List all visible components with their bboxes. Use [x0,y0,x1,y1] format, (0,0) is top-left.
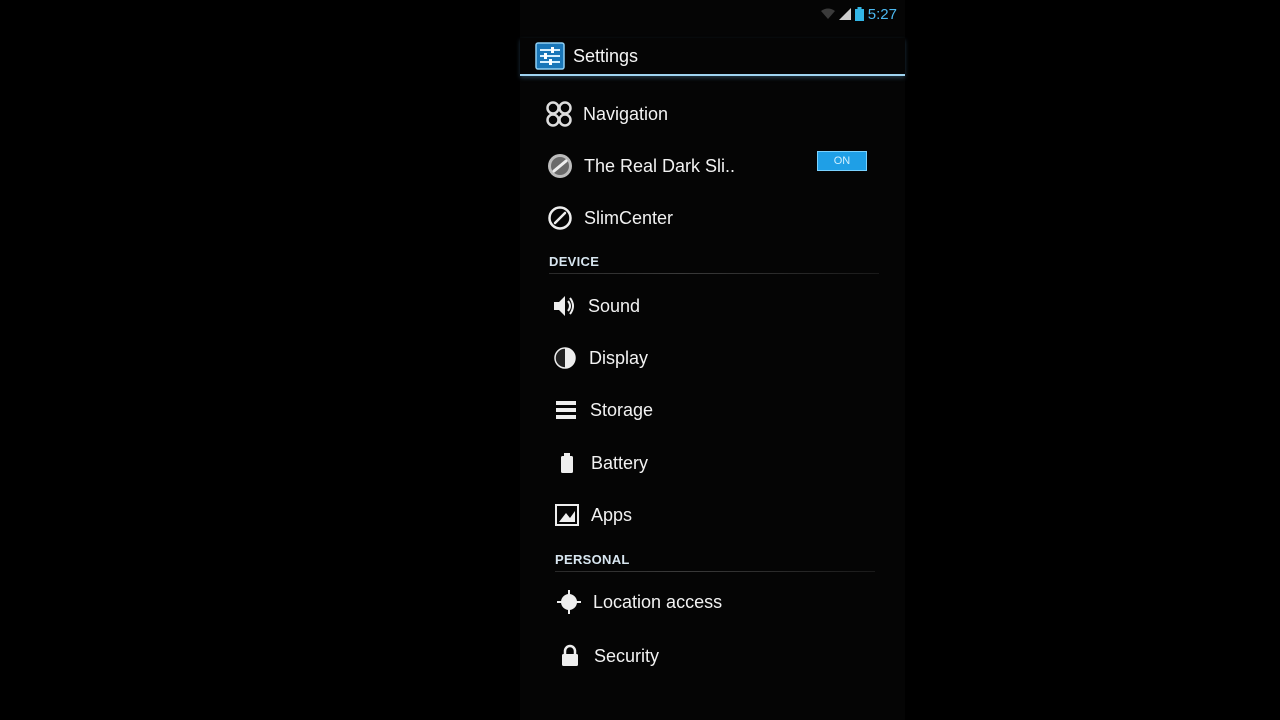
location-icon [555,588,583,616]
settings-item-apps[interactable]: Apps [553,495,632,535]
settings-item-location-access[interactable]: Location access [555,582,722,622]
settings-item-real-dark-slim[interactable]: The Real Dark Sli.. [546,146,735,186]
battery-icon [553,449,581,477]
wifi-icon [820,8,835,20]
apps-icon [553,501,581,529]
display-icon [551,344,579,372]
settings-item-storage[interactable]: Storage [552,390,653,430]
settings-item-label: Security [594,645,660,666]
settings-item-battery[interactable]: Battery [553,443,648,483]
battery-status-icon [854,7,864,21]
lock-icon [556,642,584,670]
section-divider [549,273,879,274]
settings-item-label: Storage [590,399,654,420]
navigation-icon [545,100,573,128]
settings-item-label: Navigation [583,103,669,124]
speaker-icon [550,292,578,320]
status-bar: 5:27 [820,4,897,24]
settings-item-label: SlimCenter [584,207,674,228]
settings-item-slimcenter[interactable]: SlimCenter [546,198,673,238]
settings-item-label: Location access [593,591,723,612]
settings-item-label: Battery [591,452,649,473]
slimcenter-icon [546,204,574,232]
settings-screen: 5:27 Settings Navigation The Real Dark S… [520,0,905,720]
settings-app-icon[interactable] [535,41,565,71]
settings-item-display[interactable]: Display [551,338,648,378]
page-title: Settings [573,45,639,66]
status-time: 5:27 [867,5,897,23]
section-divider [555,571,875,572]
real-dark-slim-toggle[interactable]: ON [817,151,867,171]
section-header-device: DEVICE [549,254,600,269]
settings-item-label: The Real Dark Sli.. [584,155,736,176]
signal-icon [838,8,851,20]
settings-item-label: Apps [591,504,633,525]
action-bar: Settings [520,38,905,76]
storage-icon [552,396,580,424]
slim-logo-icon [546,152,574,180]
section-header-personal: PERSONAL [555,552,630,567]
settings-item-sound[interactable]: Sound [550,286,640,326]
settings-item-navigation[interactable]: Navigation [545,94,668,134]
settings-item-security[interactable]: Security [556,636,659,676]
settings-item-label: Sound [588,295,641,316]
settings-item-label: Display [589,347,649,368]
